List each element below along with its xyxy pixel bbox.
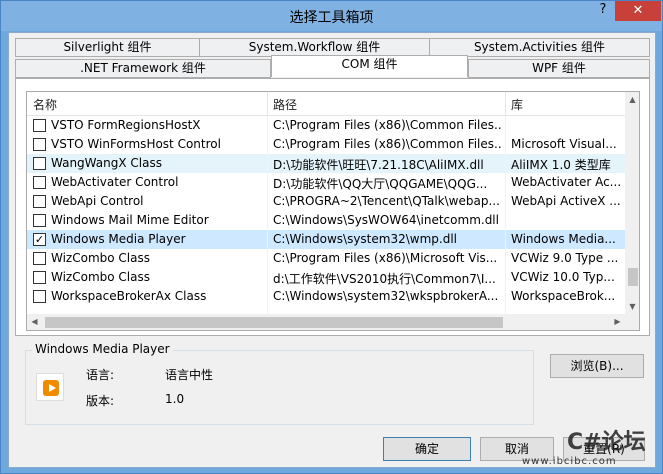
tab-wpf[interactable]: WPF 组件 (468, 59, 650, 78)
scroll-left-arrow-icon[interactable]: ◀ (27, 314, 42, 330)
com-tab-panel: 名称 路径 库 VSTO FormRegionsHostX C:\Program … (15, 78, 650, 336)
checkbox[interactable] (33, 290, 46, 303)
tab-com[interactable]: COM 组件 (271, 55, 468, 77)
dialog-window: 选择工具箱项 ? ✕ Silverlight 组件 System.Workflo… (0, 0, 663, 474)
component-path: C:\Program Files (x86)\Microsoft Vis... (273, 251, 498, 265)
checkbox[interactable] (33, 157, 46, 170)
scrollbar-corner (625, 314, 639, 330)
component-path: C:\Windows\system32\wkspbrokerA... (273, 289, 499, 303)
list-item[interactable]: WebApi Control C:\PROGRA~2\Tencent\QTalk\… (27, 192, 625, 211)
component-path: d:\工作软件\VS2010执行\Common7\I... (273, 272, 496, 286)
details-group-title: Windows Media Player (32, 342, 173, 356)
component-name: VSTO FormRegionsHostX (51, 118, 201, 132)
component-name: WizCombo Class (51, 270, 150, 284)
column-divider[interactable] (505, 92, 506, 116)
component-name: WangWangX Class (51, 156, 162, 170)
component-name: WebApi Control (51, 194, 144, 208)
component-library: WebApi ActiveX ... (511, 194, 621, 208)
component-name: Windows Mail Mime Editor (51, 213, 209, 227)
language-value: 语言中性 (165, 368, 214, 382)
component-path: D:\功能软件\旺旺\7.21.18C\AliIMX.dll (273, 158, 484, 172)
help-button[interactable]: ? (593, 1, 613, 21)
column-header-path[interactable]: 路径 (273, 96, 297, 113)
version-value: 1.0 (165, 392, 185, 406)
vertical-scroll-thumb[interactable] (628, 268, 638, 286)
column-divider[interactable] (267, 92, 268, 116)
title-bar[interactable]: 选择工具箱项 ? ✕ (1, 1, 662, 31)
component-name: WizCombo Class (51, 251, 150, 265)
list-item[interactable]: Windows Mail Mime Editor C:\Windows\SysWO… (27, 211, 625, 230)
window-title: 选择工具箱项 (289, 10, 374, 26)
list-item[interactable]: WangWangX Class D:\功能软件\旺旺\7.21.18C\AliIM… (27, 154, 625, 173)
column-header-name[interactable]: 名称 (33, 96, 57, 113)
component-path: C:\Windows\SysWOW64\inetcomm.dll (273, 213, 499, 227)
checkbox-checked[interactable]: ✓ (33, 233, 46, 246)
component-path: D:\功能软件\QQ大厅\QQGAME\QQG... (273, 177, 488, 191)
component-library: Microsoft Visual... (511, 137, 617, 151)
watermark-logo: C#论坛 (567, 430, 646, 455)
component-library: VCWiz 9.0 Type ... (511, 251, 619, 265)
browse-button[interactable]: 浏览(B)... (550, 354, 644, 378)
dialog-client: Silverlight 组件 System.Workflow 组件 System… (8, 32, 656, 468)
column-gridline (505, 116, 506, 328)
horizontal-scroll-thumb[interactable] (45, 317, 503, 328)
component-path: C:\PROGRA~2\Tencent\QTalk\webap... (273, 194, 500, 208)
checkbox[interactable] (33, 214, 46, 227)
component-path: C:\Program Files (x86)\Common Files... (273, 118, 501, 132)
tab-dotnet-framework[interactable]: .NET Framework 组件 (15, 59, 271, 78)
list-item[interactable]: VSTO WinFormsHost Control C:\Program File… (27, 135, 625, 154)
list-item[interactable]: VSTO FormRegionsHostX C:\Program Files (x… (27, 116, 625, 135)
component-library: VCWiz 10.0 Typ... (511, 270, 615, 284)
component-name: VSTO WinFormsHost Control (51, 137, 221, 151)
version-label: 版本: (86, 394, 115, 408)
component-library: AliIMX 1.0 类型库 (511, 158, 611, 172)
checkbox[interactable] (33, 252, 46, 265)
media-player-icon (36, 373, 64, 401)
checkbox[interactable] (33, 138, 46, 151)
checkbox[interactable] (33, 195, 46, 208)
list-item[interactable]: WebActivater Control D:\功能软件\QQ大厅\QQGAME\… (27, 173, 625, 192)
list-item[interactable]: WizCombo Class C:\Program Files (x86)\Mic… (27, 249, 625, 268)
component-library: WebActivater Ac... (511, 175, 622, 189)
component-details-group: Windows Media Player 语言: 语言中性 版本: 1.0 (25, 342, 534, 425)
language-label: 语言: (86, 368, 115, 382)
horizontal-scrollbar[interactable]: ◀ ▶ (27, 314, 625, 330)
component-list[interactable]: 名称 路径 库 VSTO FormRegionsHostX C:\Program … (26, 91, 640, 331)
watermark-url: www.ibcibc.com (522, 456, 617, 467)
component-name: WebActivater Control (51, 175, 179, 189)
list-item[interactable]: ✓ Windows Media Player C:\Windows\system32… (27, 230, 625, 249)
component-name: Windows Media Player (51, 232, 186, 246)
scroll-up-arrow-icon[interactable]: ▲ (625, 92, 639, 107)
component-library: Windows Media... (511, 232, 616, 246)
tab-silverlight[interactable]: Silverlight 组件 (15, 38, 200, 57)
component-name: WorkspaceBrokerAx Class (51, 289, 207, 303)
list-item[interactable]: WorkspaceBrokerAx Class C:\Windows\system… (27, 287, 625, 306)
checkbox[interactable] (33, 271, 46, 284)
column-header-library[interactable]: 库 (511, 96, 523, 113)
scroll-right-arrow-icon[interactable]: ▶ (610, 314, 625, 330)
vertical-scrollbar[interactable]: ▲ ▼ (625, 92, 639, 314)
scroll-down-arrow-icon[interactable]: ▼ (625, 299, 639, 314)
ok-button[interactable]: 确定 (383, 437, 471, 461)
component-path: C:\Windows\system32\wmp.dll (273, 232, 457, 246)
checkbox[interactable] (33, 176, 46, 189)
close-button[interactable]: ✕ (615, 1, 661, 21)
component-path: C:\Program Files (x86)\Common Files... (273, 137, 501, 151)
list-item[interactable]: WizCombo Class d:\工作软件\VS2010执行\Common7\I… (27, 268, 625, 287)
component-library: WorkspaceBrok... (511, 289, 616, 303)
list-header: 名称 路径 库 (27, 92, 625, 116)
column-gridline (267, 116, 268, 328)
checkbox[interactable] (33, 119, 46, 132)
